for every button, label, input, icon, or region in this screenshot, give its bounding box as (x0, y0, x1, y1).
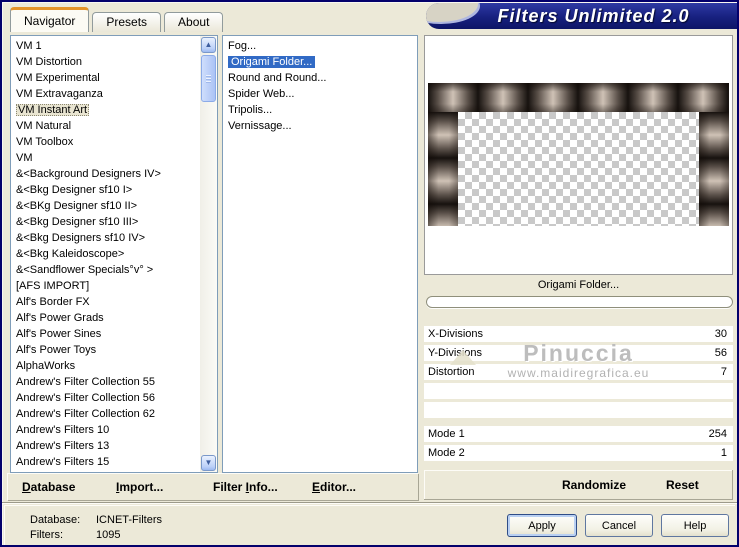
category-item[interactable]: Andrew's Filters 10 (13, 422, 217, 438)
filter-item-selected-label: Origami Folder... (228, 56, 316, 68)
progress-bar (426, 296, 733, 308)
param-row-empty (424, 402, 733, 418)
category-item[interactable]: &<Bkg Designer sf10 I> (13, 182, 217, 198)
category-item[interactable]: [AFS IMPORT] (13, 278, 217, 294)
category-item[interactable]: &<Bkg Kaleidoscope> (13, 246, 217, 262)
param-name: X-Divisions (428, 328, 484, 340)
database-status-value: ICNET-Filters (96, 514, 162, 526)
category-item[interactable]: Andrew's Filters 15 (13, 454, 217, 470)
param-row-x-divisions[interactable]: X-Divisions 30 (424, 326, 733, 342)
tab-navigator[interactable]: Navigator (10, 7, 90, 32)
param-row-y-divisions[interactable]: Y-Divisions 56 (424, 345, 733, 361)
randomize-reset-bar: Randomize Reset (424, 470, 733, 500)
category-item[interactable]: &<Sandflower Specials°v° > (13, 262, 217, 278)
param-name: Y-Divisions (428, 347, 483, 359)
category-item[interactable]: &<Bkg Designer sf10 III> (13, 214, 217, 230)
category-item[interactable]: Alf's Power Grads (13, 310, 217, 326)
import-button[interactable]: Import... (116, 480, 213, 494)
randomize-button[interactable]: Randomize (562, 478, 626, 492)
param-value: 56 (714, 347, 727, 359)
param-value: 30 (714, 328, 727, 340)
filter-item[interactable]: Fog... (225, 38, 417, 54)
category-item[interactable]: VM Distortion (13, 54, 217, 70)
filter-item-selected[interactable]: Origami Folder... (225, 54, 417, 70)
category-item[interactable]: AlphaWorks (13, 358, 217, 374)
editor-button[interactable]: Editor... (312, 480, 356, 494)
database-button[interactable]: Database (22, 480, 116, 494)
param-row-empty (424, 383, 733, 399)
category-item[interactable]: VM Extravaganza (13, 86, 217, 102)
category-item[interactable]: VM Toolbox (13, 134, 217, 150)
app-title: Filters Unlimited 2.0 (497, 6, 690, 26)
category-item[interactable]: &<Bkg Designers sf10 IV> (13, 230, 217, 246)
tab-presets[interactable]: Presets (92, 12, 162, 32)
parameter-list: X-Divisions 30 Y-Divisions 56 Distortion… (424, 326, 733, 464)
param-row-distortion[interactable]: Distortion 7 (424, 364, 733, 380)
category-item[interactable]: VM (13, 150, 217, 166)
category-item[interactable]: &<BKg Designer sf10 II> (13, 198, 217, 214)
filters-unlimited-dialog: Filters Unlimited 2.0 Navigator Presets … (0, 0, 739, 547)
preview-origami-top-strip (428, 83, 729, 112)
category-item-selected-label: VM Instant Art (16, 104, 90, 116)
param-name: Mode 2 (428, 447, 465, 459)
param-row-mode-2[interactable]: Mode 2 1 (424, 445, 733, 461)
category-item[interactable]: VM Natural (13, 118, 217, 134)
param-value: 254 (708, 428, 727, 440)
apply-button[interactable]: Apply (507, 514, 577, 537)
param-row-mode-1[interactable]: Mode 1 254 (424, 426, 733, 442)
param-value: 1 (720, 447, 727, 459)
status-separator (2, 502, 737, 504)
category-item[interactable]: VM 1 (13, 38, 217, 54)
category-item[interactable]: Andrew's Filter Collection 62 (13, 406, 217, 422)
category-item[interactable]: Alf's Power Sines (13, 326, 217, 342)
cancel-button[interactable]: Cancel (585, 514, 653, 537)
tab-bar: Navigator Presets About (10, 7, 226, 32)
category-item[interactable]: Alf's Power Toys (13, 342, 217, 358)
filter-item[interactable]: Spider Web... (225, 86, 417, 102)
param-name: Mode 1 (428, 428, 465, 440)
tab-about[interactable]: About (164, 12, 224, 32)
category-item[interactable]: Andrew's Filter Collection 56 (13, 390, 217, 406)
preview-panel (424, 35, 733, 275)
selected-filter-label: Origami Folder... (537, 279, 620, 291)
scroll-up-icon: ▲ (204, 40, 213, 49)
scroll-down-icon: ▼ (204, 458, 213, 467)
category-item[interactable]: VM Experimental (13, 70, 217, 86)
scroll-down-button[interactable]: ▼ (201, 455, 216, 471)
category-item-selected[interactable]: VM Instant Art (13, 102, 217, 118)
preview-origami-right-strip (699, 112, 729, 226)
bottom-toolbar: Database Import... Filter Info... Editor… (7, 473, 418, 500)
help-button[interactable]: Help (661, 514, 729, 537)
category-list: VM 1 VM Distortion VM Experimental VM Ex… (10, 35, 218, 473)
database-status-label: Database: (30, 514, 81, 526)
category-item[interactable]: Andrew's Filters 13 (13, 438, 217, 454)
filter-info-button[interactable]: Filter Info... (213, 480, 312, 494)
category-item[interactable]: Andrew's Filter Collection 55 (13, 374, 217, 390)
category-scrollbar[interactable]: ▲ ▼ (200, 36, 217, 472)
reset-button[interactable]: Reset (666, 478, 699, 492)
filter-item[interactable]: Round and Round... (225, 70, 417, 86)
param-value: 7 (720, 366, 727, 378)
param-name: Distortion (428, 366, 475, 378)
category-item[interactable]: Alf's Border FX (13, 294, 217, 310)
category-item[interactable]: &<Background Designers IV> (13, 166, 217, 182)
filters-count-value: 1095 (96, 529, 121, 541)
scrollbar-thumb[interactable] (201, 55, 216, 102)
filter-item[interactable]: Vernissage... (225, 118, 417, 134)
filter-item[interactable]: Tripolis... (225, 102, 417, 118)
scroll-up-button[interactable]: ▲ (201, 37, 216, 53)
filters-count-label: Filters: (30, 529, 63, 541)
preview-origami-left-strip (428, 112, 458, 226)
preview-transparency-checker (458, 112, 699, 226)
filter-list: Fog... Origami Folder... Round and Round… (222, 35, 418, 473)
title-banner: Filters Unlimited 2.0 (426, 3, 737, 29)
